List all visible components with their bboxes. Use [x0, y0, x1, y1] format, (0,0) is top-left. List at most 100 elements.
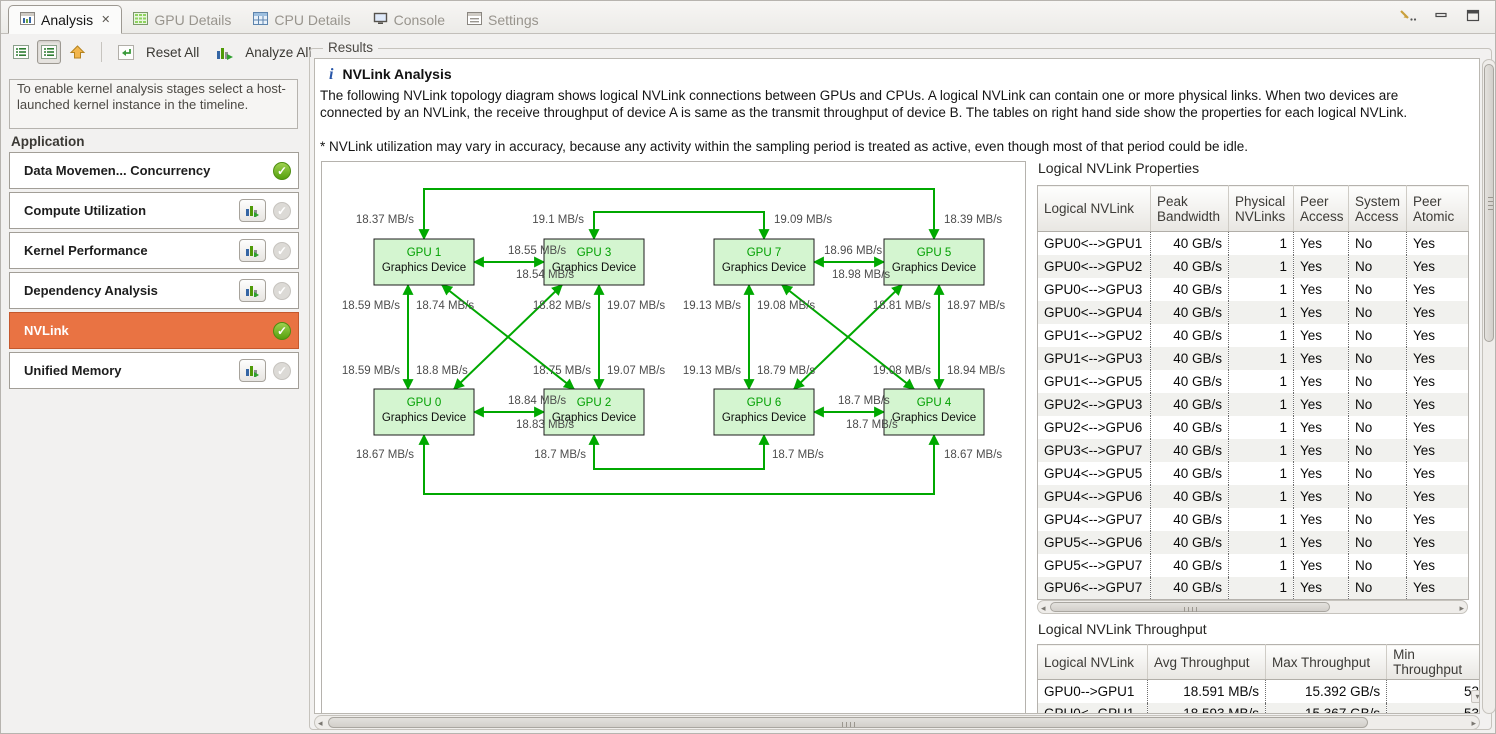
tab-cpu-details[interactable]: CPU Details	[242, 7, 361, 33]
table-row[interactable]: GPU3<-->GPU740 GB/s1YesNoYes	[1038, 439, 1469, 462]
table-cell: Yes	[1407, 370, 1469, 393]
table-cell: 18.591 MB/s	[1147, 680, 1265, 703]
sidebar-item-data-movemen-concurrency[interactable]: Data Movemen... Concurrency✓	[9, 152, 299, 189]
table-row[interactable]: GPU0<-->GPU240 GB/s1YesNoYes	[1038, 255, 1469, 278]
table-cell: No	[1349, 416, 1407, 439]
scroll-left-icon[interactable]: ◂	[1041, 602, 1046, 614]
table-cell: No	[1349, 393, 1407, 416]
scrollbar-thumb[interactable]	[1484, 64, 1494, 342]
close-icon[interactable]: ✕	[101, 13, 110, 26]
table-cell: GPU0<-->GPU2	[1038, 255, 1151, 278]
up-level-button[interactable]	[65, 40, 89, 64]
column-header[interactable]: Peak Bandwidth	[1151, 186, 1229, 232]
column-header[interactable]: Min Throughput	[1387, 645, 1480, 680]
table-cell: 40 GB/s	[1151, 554, 1229, 577]
reset-all-icon[interactable]	[114, 40, 138, 64]
table-row[interactable]: GPU0<-->GPU340 GB/s1YesNoYes	[1038, 278, 1469, 301]
table-cell: 40 GB/s	[1151, 508, 1229, 531]
table-cell: 40 GB/s	[1151, 577, 1229, 600]
sidebar-item-nvlink[interactable]: NVLink✓	[9, 312, 299, 349]
table-cell: No	[1349, 508, 1407, 531]
analyze-all-button[interactable]: Analyze All	[245, 45, 311, 60]
table-row[interactable]: GPU2<-->GPU640 GB/s1YesNoYes	[1038, 416, 1469, 439]
table-cell: 40 GB/s	[1151, 324, 1229, 347]
view-menu-icon[interactable]	[1398, 9, 1417, 22]
table-row[interactable]: GPU1<-->GPU540 GB/s1YesNoYes	[1038, 370, 1469, 393]
table-row[interactable]: GPU0<-->GPU140 GB/s1YesNoYes	[1038, 232, 1469, 255]
throughput-label: 18.79 MB/s	[757, 365, 815, 377]
table-cell: Yes	[1407, 577, 1469, 600]
tab-label: Console	[394, 12, 445, 28]
table-cell: 40 GB/s	[1151, 416, 1229, 439]
table-row[interactable]: GPU5<-->GPU740 GB/s1YesNoYes	[1038, 554, 1469, 577]
column-header[interactable]: System Access	[1349, 186, 1407, 232]
column-header[interactable]: Logical NVLink	[1038, 186, 1151, 232]
analyze-stage-button[interactable]	[239, 239, 266, 262]
table-row[interactable]: GPU4<-->GPU540 GB/s1YesNoYes	[1038, 462, 1469, 485]
analyze-stage-button[interactable]	[239, 279, 266, 302]
tab-bar: Analysis✕GPU DetailsCPU Details Console Se…	[1, 1, 1495, 34]
sidebar-item-dependency-analysis[interactable]: Dependency Analysis✓	[9, 272, 299, 309]
info-icon: i	[329, 66, 333, 84]
column-header[interactable]: Peer Access	[1294, 186, 1349, 232]
analyze-all-icon[interactable]	[213, 40, 237, 64]
analysis-footnote: * NVLink utilization may vary in accurac…	[320, 139, 1480, 154]
column-header[interactable]: Physical NVLinks	[1229, 186, 1294, 232]
scroll-right-icon[interactable]: ▸	[1471, 717, 1476, 729]
column-header[interactable]: Avg Throughput	[1147, 645, 1265, 680]
table-row[interactable]: GPU4<-->GPU740 GB/s1YesNoYes	[1038, 508, 1469, 531]
table-cell: Yes	[1294, 301, 1349, 324]
column-header[interactable]: Logical NVLink	[1038, 645, 1148, 680]
tab-settings[interactable]: Settings	[456, 7, 550, 33]
throughput-label: 19.08 MB/s	[873, 365, 931, 377]
table-cell: 40 GB/s	[1151, 370, 1229, 393]
column-header[interactable]: Max Throughput	[1266, 645, 1387, 680]
minimize-icon[interactable]	[1434, 10, 1449, 22]
show-stages-button[interactable]	[37, 40, 61, 64]
table-row[interactable]: GPU2<-->GPU340 GB/s1YesNoYes	[1038, 393, 1469, 416]
analyze-stage-button[interactable]	[239, 199, 266, 222]
sidebar-item-compute-utilization[interactable]: Compute Utilization✓	[9, 192, 299, 229]
throughput-label: 18.75 MB/s	[533, 365, 591, 377]
sidebar-item-unified-memory[interactable]: Unified Memory✓	[9, 352, 299, 389]
throughput-scroll-down-icon[interactable]: ▾	[1471, 690, 1480, 703]
tab-gpu-details[interactable]: GPU Details	[122, 7, 242, 33]
reset-all-button[interactable]: Reset All	[146, 45, 199, 60]
scroll-left-icon[interactable]: ◂	[318, 717, 323, 729]
scroll-right-icon[interactable]: ▸	[1459, 602, 1464, 614]
tab-analysis[interactable]: Analysis✕	[8, 5, 122, 34]
table-cell: Yes	[1294, 324, 1349, 347]
check-icon-gray: ✓	[273, 242, 291, 260]
maximize-icon[interactable]	[1466, 9, 1481, 22]
table-row[interactable]: GPU0<-->GPU440 GB/s1YesNoYes	[1038, 301, 1469, 324]
scrollbar-thumb[interactable]	[328, 717, 1368, 728]
nvlink-edge	[424, 435, 934, 494]
results-hscrollbar[interactable]: ◂ ▸	[314, 715, 1480, 730]
table-row[interactable]: GPU0-->GPU118.591 MB/s15.392 GB/s53	[1038, 680, 1481, 703]
table-cell: Yes	[1407, 232, 1469, 255]
analyze-stage-button[interactable]	[239, 359, 266, 382]
gpu-node-subtitle: Graphics Device	[382, 412, 466, 424]
column-header[interactable]: Peer Atomic	[1407, 186, 1469, 232]
scrollbar-thumb[interactable]	[1050, 602, 1330, 612]
table-row[interactable]: GPU5<-->GPU640 GB/s1YesNoYes	[1038, 531, 1469, 554]
throughput-label: 18.67 MB/s	[944, 449, 1002, 461]
properties-hscrollbar[interactable]: ◂ ▸	[1037, 600, 1468, 614]
gpu-node-subtitle: Graphics Device	[722, 262, 806, 274]
tab-console[interactable]: Console	[362, 7, 456, 33]
throughput-label: 18.94 MB/s	[947, 365, 1005, 377]
table-cell: 53	[1387, 703, 1480, 715]
table-row[interactable]: GPU1<-->GPU240 GB/s1YesNoYes	[1038, 324, 1469, 347]
nvlink-properties-table: Logical NVLinkPeak BandwidthPhysical NVL…	[1037, 185, 1469, 600]
table-row[interactable]: GPU4<-->GPU640 GB/s1YesNoYes	[1038, 485, 1469, 508]
table-row[interactable]: GPU6<-->GPU740 GB/s1YesNoYes	[1038, 577, 1469, 600]
sidebar-item-kernel-performance[interactable]: Kernel Performance✓	[9, 232, 299, 269]
table-row[interactable]: GPU0<--GPU118.593 MB/s15.367 GB/s53	[1038, 703, 1481, 715]
results-vscrollbar[interactable]	[1482, 59, 1496, 714]
check-icon-green: ✓	[273, 322, 291, 340]
export-list-button[interactable]	[9, 40, 33, 64]
table-row[interactable]: GPU1<-->GPU340 GB/s1YesNoYes	[1038, 347, 1469, 370]
gpu-node-subtitle: Graphics Device	[892, 262, 976, 274]
table-cell: 40 GB/s	[1151, 393, 1229, 416]
throughput-label: 18.84 MB/s	[508, 395, 566, 407]
